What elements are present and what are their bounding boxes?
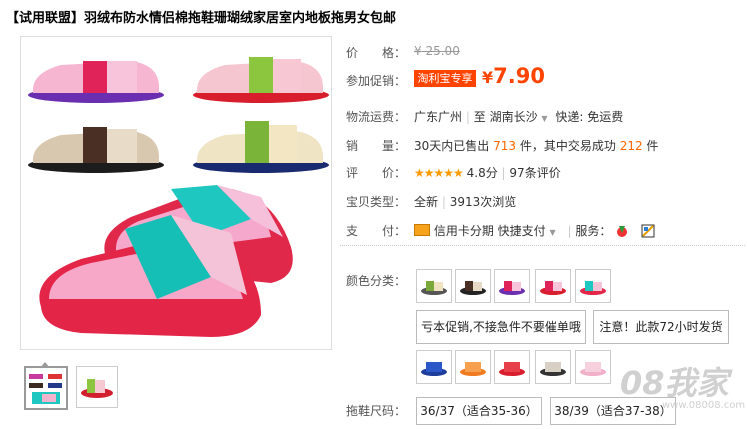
credit-card-icon [414, 224, 430, 236]
sales-label: 销 量： [346, 139, 407, 153]
product-type-info: 全新 | 3913次浏览 [414, 195, 517, 209]
color-label: 颜色分类： [346, 274, 407, 288]
quick-pay[interactable]: 快捷支付 [498, 224, 546, 238]
payment-info: 信用卡分期 快捷支付 ▼ | 服务： [414, 222, 655, 239]
ship-from[interactable]: 广东广州 [414, 110, 462, 124]
payment-chevron-icon[interactable]: ▼ [550, 228, 556, 237]
color-swatch-4[interactable] [535, 269, 571, 303]
rating-stars-icon: ★★★★★ [414, 166, 464, 180]
service-card-icon[interactable] [641, 224, 655, 238]
slipper-brown-black [28, 127, 164, 173]
slipper-green-navy [193, 121, 329, 173]
credit-installment[interactable]: 信用卡分期 [434, 224, 494, 238]
slipper-pink-purple [28, 61, 164, 103]
slipper-green-red [193, 57, 329, 103]
color-swatch-1[interactable] [416, 269, 452, 303]
promo-price: ¥7.90 [482, 64, 545, 88]
color-swatch-5[interactable] [575, 269, 611, 303]
sales-success-count: 212 [619, 139, 643, 153]
notice-option-2[interactable]: 注意！此款72小时发货 [593, 310, 729, 344]
shipping-label: 物流运费： [346, 110, 407, 124]
color-swatch-6[interactable] [416, 350, 452, 384]
ship-to[interactable]: 湖南长沙 [490, 110, 538, 124]
color-swatch-9[interactable] [535, 350, 571, 384]
sales-info: 30天内已售出 713 件，其中交易成功 212 件 [414, 139, 659, 153]
thumbnail-selected-arrow [40, 362, 50, 368]
promo-label: 参加促销： [346, 74, 407, 88]
sales-count: 713 [493, 139, 517, 153]
color-swatch-3[interactable] [494, 269, 530, 303]
color-swatch-7[interactable] [455, 350, 491, 384]
color-swatch-2[interactable] [455, 269, 491, 303]
notice-option-1[interactable]: 亏本促销,不接急件不要催单哦 [416, 310, 586, 344]
slipper-teal-pink-large [39, 185, 293, 337]
options-divider [340, 245, 745, 246]
rating-info: ★★★★★ 4.8分 | 97条评价 [414, 166, 561, 180]
product-type-label: 宝贝类型： [346, 195, 407, 209]
original-price: ¥ 25.00 [414, 44, 460, 58]
ship-to-chevron-icon[interactable]: ▼ [541, 114, 547, 123]
watermark-text: 08我家 [620, 364, 729, 402]
price-label: 价 格： [346, 46, 407, 60]
watermark-url: www.08008.com [662, 400, 746, 411]
payment-label: 支 付： [346, 224, 407, 238]
review-count-link[interactable]: 97条评价 [509, 166, 560, 180]
thumbnail-2[interactable] [76, 366, 118, 408]
product-title: 【试用联盟】羽绒布防水情侣棉拖鞋珊瑚绒家居室内地板拖男女包邮 [6, 11, 397, 26]
rating-score: 4.8分 [466, 166, 498, 180]
promo-tag[interactable]: 淘利宝专享 [414, 70, 476, 87]
shipping-info: 广东广州 | 至 湖南长沙 ▼ 快递: 免运费 [414, 110, 624, 124]
service-seven-day-icon[interactable] [615, 224, 629, 238]
main-product-image[interactable] [20, 36, 332, 350]
thumbnail-1[interactable] [24, 362, 68, 410]
rating-label: 评 价： [346, 166, 407, 180]
color-swatch-8[interactable] [494, 350, 530, 384]
site-watermark: 08我家 www.08008.com [600, 358, 745, 416]
size-option-1[interactable]: 36/37（适合35-36） [416, 397, 542, 425]
ship-method: 快递: 免运费 [555, 110, 624, 124]
size-label: 拖鞋尺码： [346, 404, 407, 418]
